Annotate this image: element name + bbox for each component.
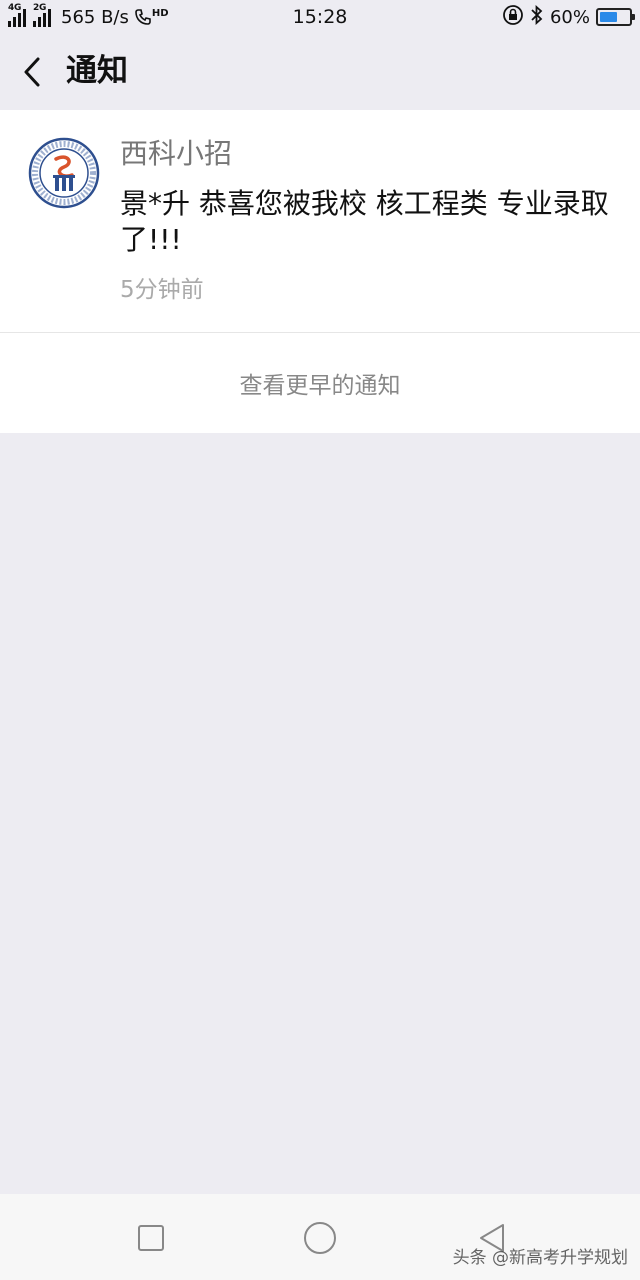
square-icon (138, 1225, 164, 1251)
notification-message: 景*升 恭喜您被我校 核工程类 专业录取了!!! (120, 187, 609, 256)
navigation-bar: 头条 @新高考升学规划 (0, 1194, 640, 1280)
view-earlier-button[interactable]: 查看更早的通知 (0, 333, 640, 433)
battery-icon (596, 8, 635, 26)
home-button[interactable] (298, 1216, 342, 1260)
battery-fill (600, 12, 617, 22)
recents-button[interactable] (129, 1216, 173, 1260)
watermark: 头条 @新高考升学规划 (452, 1248, 628, 1268)
back-button[interactable] (12, 52, 52, 92)
notification-sender: 西科小招 (120, 137, 233, 170)
bluetooth-icon (530, 4, 544, 30)
notification-time: 5分钟前 (120, 277, 204, 303)
status-right: 60% (496, 4, 635, 31)
header: 通知 (0, 34, 640, 110)
university-logo-icon (28, 137, 100, 219)
battery-percent: 60% (549, 6, 590, 28)
chevron-left-icon (24, 57, 40, 87)
view-earlier-label: 查看更早的通知 (239, 373, 401, 399)
page-title: 通知 (66, 53, 128, 89)
screen: 4G 2G 565 B/s HD 15:28 60% 通知 西科小招 景*升 恭… (0, 0, 640, 1280)
status-bar: 4G 2G 565 B/s HD 15:28 60% (0, 0, 640, 34)
circle-icon (304, 1222, 336, 1254)
rotation-lock-icon (502, 4, 524, 31)
